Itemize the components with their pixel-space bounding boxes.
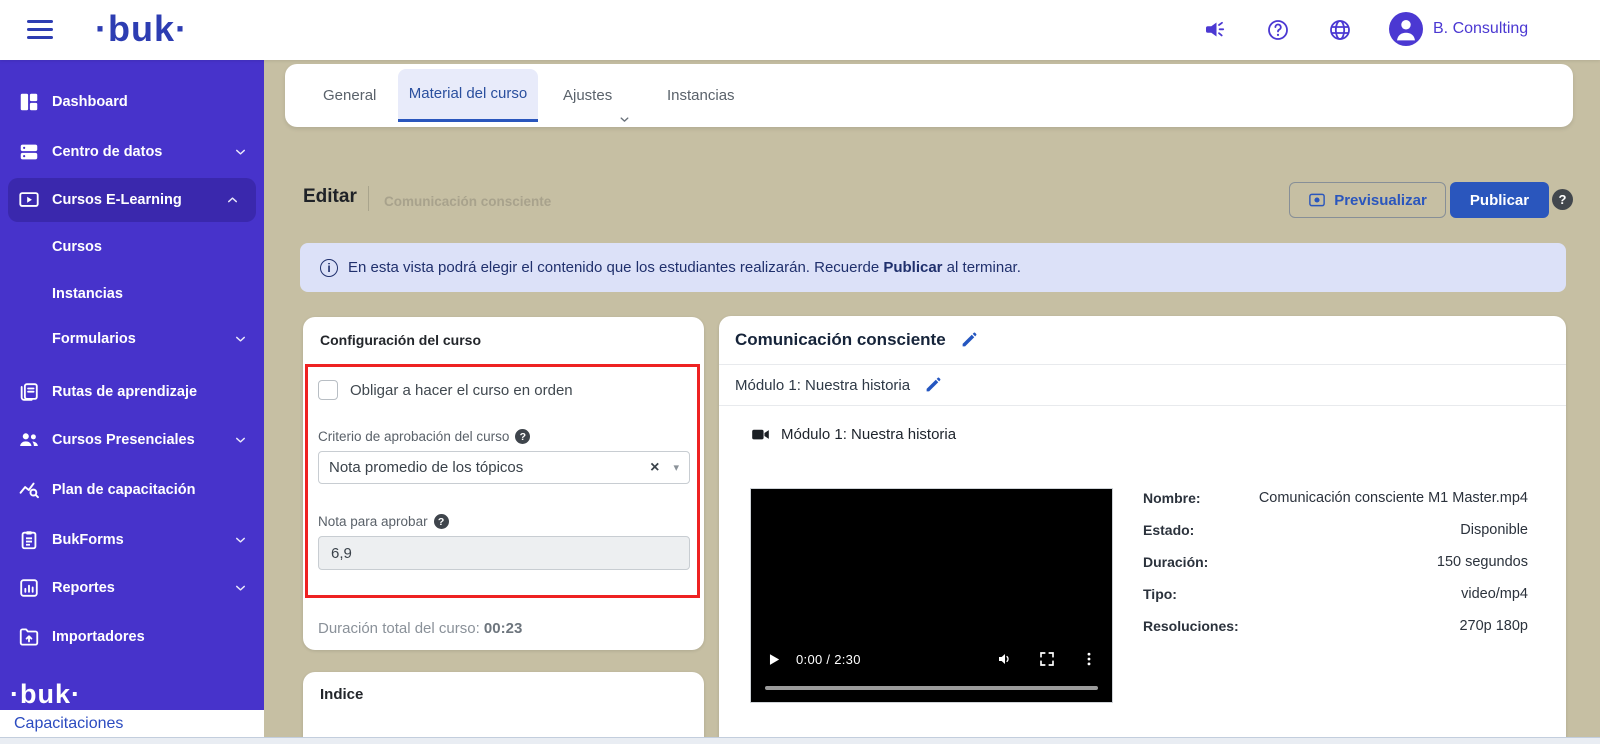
clear-selection-icon[interactable]: × [650, 459, 659, 477]
horizontal-scrollbar[interactable] [0, 737, 1600, 744]
chevron-down-icon [618, 90, 631, 103]
hamburger-menu-icon[interactable] [27, 20, 53, 40]
elearning-icon [18, 189, 40, 211]
title-divider [368, 186, 369, 211]
chevron-down-icon [233, 332, 248, 347]
top-bar: ·buk· B. Consulting [0, 0, 1600, 60]
sidebar-footer-buk-logo: ·buk· [10, 679, 81, 710]
info-icon: i [320, 259, 338, 277]
chevron-down-icon [233, 533, 248, 548]
sidebar-item-rutas-de-aprendizaje[interactable]: Rutas de aprendizaje [0, 372, 264, 412]
sidebar-item-plan-de-capacitacion[interactable]: Plan de capacitación [0, 470, 264, 510]
reports-icon [18, 577, 40, 599]
index-card-title: Indice [320, 686, 363, 703]
play-icon[interactable] [765, 651, 782, 668]
sidebar-item-cursos-presenciales[interactable]: Cursos Presenciales [0, 420, 264, 460]
tab-ajustes[interactable]: Ajustes [563, 64, 631, 127]
course-config-card: Configuración del curso Obligar a hacer … [303, 317, 704, 650]
detail-row-nombre: Nombre: Comunicación consciente M1 Maste… [1143, 482, 1528, 514]
bukforms-clipboard-icon [18, 529, 40, 551]
capacitaciones-link[interactable]: Capacitaciones [14, 715, 123, 733]
course-title: Comunicación consciente [735, 330, 946, 350]
sidebar-subitem-cursos[interactable]: Cursos [0, 227, 264, 267]
page-title: Editar [303, 186, 357, 208]
chevron-down-icon [233, 433, 248, 448]
fullscreen-icon[interactable] [1038, 650, 1056, 668]
criteria-select-value: Nota promedio de los tópicos [329, 459, 650, 476]
video-player[interactable]: 0:00 / 2:30 [750, 488, 1113, 703]
app-root: ·buk· B. Consulting Dashboard Centro de … [0, 0, 1600, 744]
buk-logo: ·buk· [95, 8, 188, 50]
video-details: Nombre: Comunicación consciente M1 Maste… [1143, 482, 1528, 642]
capacitaciones-link-bar[interactable]: Capacitaciones [0, 710, 264, 737]
force-order-checkbox[interactable] [318, 380, 338, 400]
force-order-label: Obligar a hacer el curso en orden [350, 382, 573, 399]
criteria-help-icon[interactable]: ? [515, 429, 530, 444]
help-icon[interactable] [1266, 18, 1290, 42]
criteria-field-label: Criterio de aprobación del curso ? [318, 429, 530, 444]
detail-row-tipo: Tipo: video/mp4 [1143, 578, 1528, 610]
people-icon [18, 429, 40, 451]
tab-general[interactable]: General [323, 64, 376, 127]
edit-course-title-icon[interactable] [960, 331, 978, 349]
sidebar-item-cursos-elearning[interactable]: Cursos E-Learning [8, 178, 256, 222]
sidebar-subitem-instancias[interactable]: Instancias [0, 274, 264, 314]
more-options-icon[interactable] [1080, 650, 1098, 668]
preview-button[interactable]: Previsualizar [1289, 182, 1446, 218]
criteria-select[interactable]: Nota promedio de los tópicos × ▾ [318, 451, 690, 484]
user-menu[interactable]: B. Consulting [1389, 12, 1528, 46]
volume-icon[interactable] [996, 650, 1014, 668]
sidebar-item-bukforms[interactable]: BukForms [0, 520, 264, 560]
publish-button[interactable]: Publicar [1450, 182, 1549, 218]
training-plan-icon [18, 479, 40, 501]
config-card-title: Configuración del curso [320, 332, 481, 348]
module-title-row: Módulo 1: Nuestra historia [719, 365, 1566, 406]
select-caret-icon[interactable]: ▾ [673, 461, 679, 474]
video-topic-row: Módulo 1: Nuestra historia [750, 424, 956, 445]
video-time: 0:00 / 2:30 [796, 652, 861, 667]
video-topic-title: Módulo 1: Nuestra historia [781, 426, 956, 443]
detail-row-resoluciones: Resoluciones: 270p 180p [1143, 610, 1528, 642]
chevron-down-icon [233, 145, 248, 160]
detail-row-duracion: Duración: 150 segundos [1143, 546, 1528, 578]
grade-field-label: Nota para aprobar ? [318, 514, 449, 529]
force-order-checkbox-row[interactable]: Obligar a hacer el curso en orden [318, 380, 573, 400]
video-controls: 0:00 / 2:30 [751, 646, 1112, 672]
chevron-up-icon [225, 193, 240, 208]
sidebar-item-centro-de-datos[interactable]: Centro de datos [0, 132, 264, 172]
publish-help-icon[interactable]: ? [1552, 189, 1573, 210]
preview-eye-icon [1308, 191, 1326, 209]
index-card: Indice [303, 672, 704, 744]
course-tabs-card: General Material del curso Ajustes Insta… [285, 64, 1573, 127]
learning-paths-icon [18, 381, 40, 403]
data-center-icon [18, 141, 40, 163]
sidebar-item-importadores[interactable]: Importadores [0, 617, 264, 657]
tab-instancias[interactable]: Instancias [667, 64, 735, 127]
course-title-row: Comunicación consciente [719, 316, 1566, 365]
video-progress-bar[interactable] [765, 686, 1098, 690]
tab-material-del-curso[interactable]: Material del curso [398, 69, 538, 122]
grade-input[interactable] [318, 536, 690, 570]
total-duration: Duración total del curso: 00:23 [318, 620, 522, 637]
user-name: B. Consulting [1433, 20, 1528, 38]
page-subtitle: Comunicación consciente [384, 194, 551, 209]
sidebar-item-dashboard[interactable]: Dashboard [0, 82, 264, 122]
language-globe-icon[interactable] [1328, 18, 1352, 42]
course-content-card: Comunicación consciente Módulo 1: Nuestr… [719, 316, 1566, 744]
module-title: Módulo 1: Nuestra historia [735, 377, 910, 394]
importers-folder-icon [18, 626, 40, 648]
banner-text: En esta vista podrá elegir el contenido … [348, 259, 1021, 276]
detail-row-estado: Estado: Disponible [1143, 514, 1528, 546]
chevron-down-icon [233, 581, 248, 596]
video-camera-icon [750, 424, 771, 445]
info-banner: i En esta vista podrá elegir el contenid… [300, 243, 1566, 292]
avatar [1389, 12, 1423, 46]
edit-module-title-icon[interactable] [924, 376, 942, 394]
grade-help-icon[interactable]: ? [434, 514, 449, 529]
announcements-megaphone-icon[interactable] [1202, 18, 1226, 42]
dashboard-icon [18, 91, 40, 113]
sidebar: Dashboard Centro de datos Cursos E-Learn… [0, 60, 264, 710]
sidebar-item-reportes[interactable]: Reportes [0, 568, 264, 608]
sidebar-subitem-formularios[interactable]: Formularios [0, 319, 264, 359]
